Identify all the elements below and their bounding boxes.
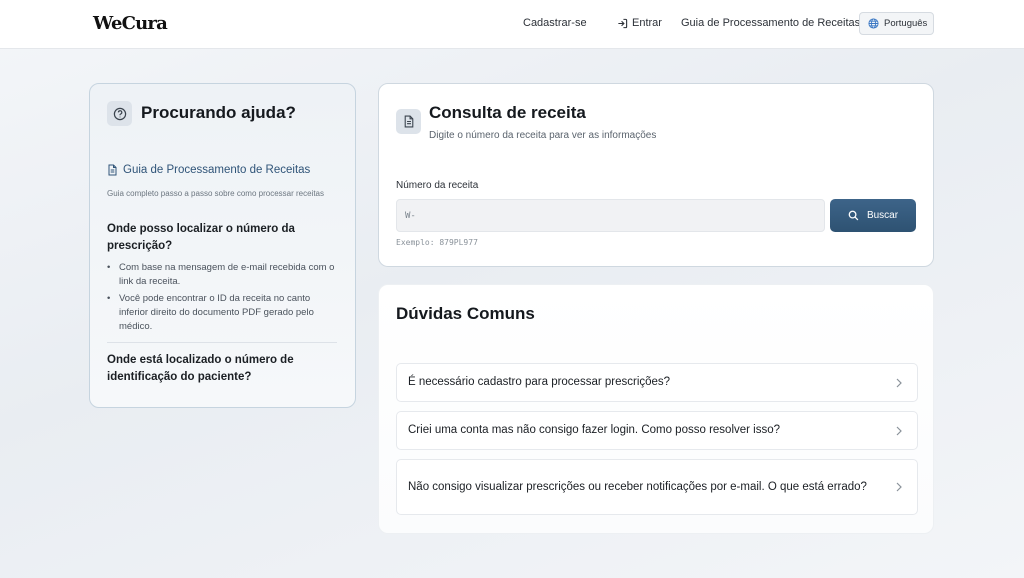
signup-label: Cadastrar-se xyxy=(523,17,587,29)
document-icon xyxy=(108,164,117,176)
logo[interactable]: WeCura xyxy=(93,13,168,34)
search-icon xyxy=(848,210,859,221)
prescription-lookup-panel: Consulta de receita Digite o número da r… xyxy=(378,83,934,267)
input-example-hint: Exemplo: 879PL977 xyxy=(396,238,478,247)
signup-link[interactable]: Cadastrar-se xyxy=(523,17,587,29)
login-icon xyxy=(618,18,628,28)
help-answer-list: Com base na mensagem de e-mail recebida … xyxy=(107,261,339,337)
help-answer-item: Com base na mensagem de e-mail recebida … xyxy=(107,261,339,289)
chevron-right-icon xyxy=(896,378,902,387)
faq-item[interactable]: Não consigo visualizar prescrições ou re… xyxy=(396,459,918,515)
faq-item[interactable]: É necessário cadastro para processar pre… xyxy=(396,363,918,402)
top-navigation-bar: WeCura Cadastrar-se Entrar Guia de Proce… xyxy=(0,0,1024,49)
chevron-right-icon xyxy=(896,426,902,435)
lookup-icon-tile xyxy=(396,109,421,134)
guide-link-label: Guia de Processamento de Receitas xyxy=(123,164,311,176)
search-button-label: Buscar xyxy=(866,210,899,221)
document-icon xyxy=(404,115,413,128)
faq-item[interactable]: Criei uma conta mas não consigo fazer lo… xyxy=(396,411,918,450)
help-icon-tile xyxy=(107,101,132,126)
faq-panel: Dúvidas Comuns É necessário cadastro par… xyxy=(378,284,934,534)
prescription-number-label: Número da receita xyxy=(396,180,479,191)
help-answer-item: Você pode encontrar o ID da receita no c… xyxy=(107,292,339,334)
lookup-title: Consulta de receita xyxy=(429,103,586,122)
question-circle-icon xyxy=(113,107,126,120)
search-button[interactable]: Buscar xyxy=(830,199,916,232)
help-question-prescription-number: Onde posso localizar o número da prescri… xyxy=(107,223,295,252)
lookup-subtitle: Digite o número da receita para ver as i… xyxy=(429,130,657,141)
guide-nav-link[interactable]: Guia de Processamento de Receitas xyxy=(681,17,860,29)
login-link[interactable]: Entrar xyxy=(617,17,662,29)
login-label: Entrar xyxy=(632,17,662,29)
faq-item-question: Não consigo visualizar prescrições ou re… xyxy=(408,480,867,493)
globe-icon xyxy=(868,18,879,29)
guide-nav-label: Guia de Processamento de Receitas xyxy=(681,17,861,29)
help-question-patient-id[interactable]: Onde está localizado o número de identif… xyxy=(107,352,337,386)
faq-item-question: Criei uma conta mas não consigo fazer lo… xyxy=(408,424,781,436)
language-label: Português xyxy=(884,18,928,29)
help-title: Procurando ajuda? xyxy=(141,103,296,122)
divider xyxy=(107,342,337,343)
help-panel: Procurando ajuda? Guia de Processamento … xyxy=(89,83,356,408)
language-selector[interactable]: Português xyxy=(859,12,934,35)
faq-title: Dúvidas Comuns xyxy=(396,304,535,323)
guide-link[interactable]: Guia de Processamento de Receitas xyxy=(107,164,310,176)
prescription-number-input[interactable] xyxy=(396,199,825,232)
chevron-right-icon xyxy=(896,482,902,492)
faq-item-question: É necessário cadastro para processar pre… xyxy=(408,376,671,388)
guide-description: Guia completo passo a passo sobre como p… xyxy=(107,189,324,198)
